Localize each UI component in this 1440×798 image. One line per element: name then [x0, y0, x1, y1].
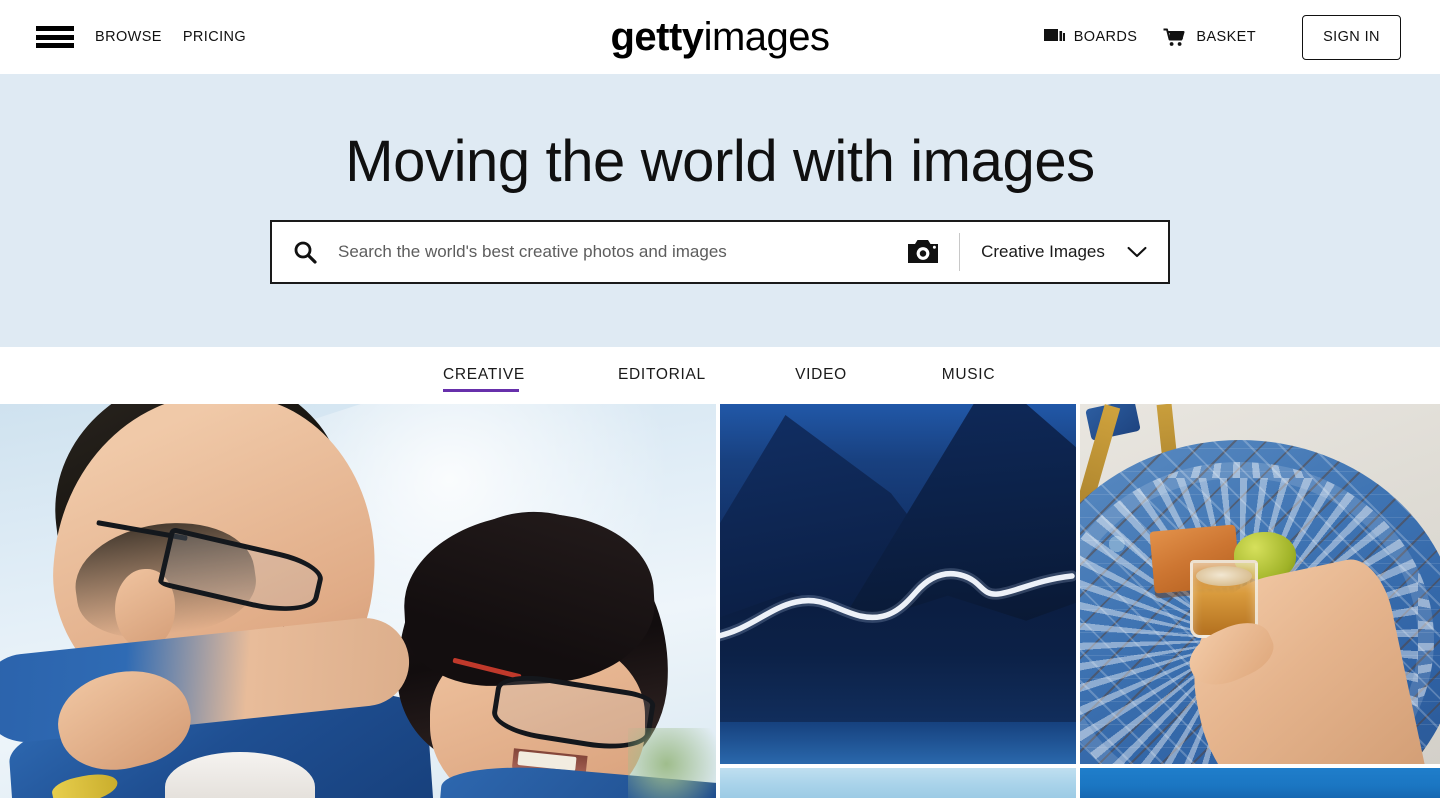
foliage — [628, 728, 716, 798]
tile-mint-tea-mosaic-table[interactable] — [1080, 404, 1440, 764]
header-right-nav: BOARDS BASKET SIGN IN — [1043, 0, 1401, 74]
image-gallery-grid — [0, 404, 1440, 798]
tile-row2-blue[interactable] — [1080, 768, 1440, 798]
hamburger-bar — [36, 26, 74, 31]
site-header: BROWSE PRICING gettyimages BOARDS BASKET… — [0, 0, 1440, 74]
tab-music[interactable]: MUSIC — [940, 366, 997, 392]
tabs-container: CREATIVE EDITORIAL VIDEO MUSIC — [443, 347, 997, 392]
tea-surface — [1196, 566, 1252, 586]
basket-label: BASKET — [1196, 29, 1256, 45]
basket-button[interactable]: BASKET — [1163, 28, 1256, 47]
page-title: Moving the world with images — [345, 129, 1095, 194]
getty-images-homepage: BROWSE PRICING gettyimages BOARDS BASKET… — [0, 0, 1440, 798]
search-bar: Creative Images — [270, 220, 1170, 284]
logo-images: images — [703, 15, 830, 59]
boards-label: BOARDS — [1073, 29, 1138, 45]
boards-icon — [1043, 28, 1065, 46]
sign-in-button[interactable]: SIGN IN — [1302, 14, 1401, 60]
logo-getty: getty — [610, 15, 704, 59]
tab-video[interactable]: VIDEO — [792, 366, 850, 392]
camera-icon[interactable] — [887, 222, 959, 282]
header-left-nav: BROWSE PRICING — [36, 0, 246, 74]
search-icon[interactable] — [272, 222, 338, 282]
tile-two-boys-laughing[interactable] — [0, 404, 716, 798]
tab-creative[interactable]: CREATIVE — [443, 366, 524, 392]
boards-button[interactable]: BOARDS — [1043, 28, 1138, 46]
tile-mountain-road-light-trail[interactable] — [720, 404, 1076, 764]
search-filter-dropdown[interactable]: Creative Images — [960, 222, 1168, 282]
nav-item-pricing[interactable]: PRICING — [183, 29, 246, 45]
light-trail — [720, 534, 1076, 664]
hamburger-bar — [36, 43, 74, 48]
category-tabbar: CREATIVE EDITORIAL VIDEO MUSIC — [0, 347, 1440, 404]
hero-section: Moving the world with images Cr — [0, 74, 1440, 347]
water-body — [720, 722, 1076, 764]
nav-item-browse[interactable]: BROWSE — [95, 29, 162, 45]
tile-row2-light-blue[interactable] — [720, 768, 1076, 798]
basket-cart-icon — [1163, 28, 1187, 47]
getty-images-logo[interactable]: gettyimages — [610, 15, 830, 59]
tab-editorial[interactable]: EDITORIAL — [618, 366, 705, 392]
chevron-down-icon — [1127, 246, 1147, 259]
search-input[interactable] — [338, 222, 887, 282]
search-filter-label: Creative Images — [981, 242, 1105, 261]
hamburger-bar — [36, 34, 74, 40]
hamburger-icon[interactable] — [36, 24, 74, 50]
